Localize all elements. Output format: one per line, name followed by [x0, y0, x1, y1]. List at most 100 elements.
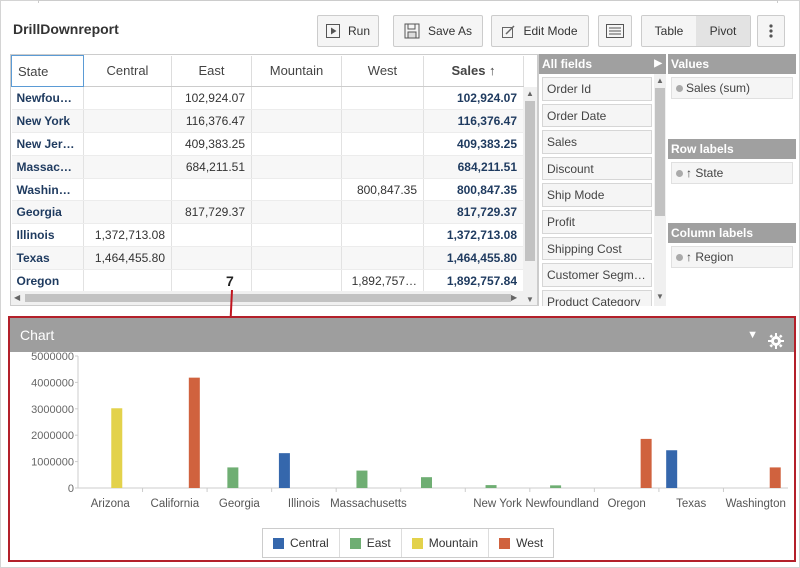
bar-west[interactable] — [769, 467, 781, 488]
save-as-button[interactable]: Save As — [393, 15, 483, 47]
value-cell[interactable] — [341, 200, 424, 225]
column-label-chip[interactable]: ↑ Region — [671, 246, 793, 268]
value-cell[interactable] — [251, 223, 342, 248]
column-header-central[interactable]: Central — [83, 55, 172, 87]
table-row[interactable]: Oregon 1,892,757… 1,892,757.84 — [11, 269, 524, 294]
value-cell[interactable] — [83, 109, 172, 133]
bar-east[interactable] — [356, 470, 368, 488]
layout-toggle-button[interactable] — [598, 15, 632, 47]
value-cell[interactable] — [251, 178, 342, 202]
table-row[interactable]: Washin… 800,847.35 800,847.35 — [11, 178, 524, 202]
value-cell[interactable] — [251, 155, 342, 179]
total-cell[interactable]: 1,464,455.80 — [423, 246, 524, 271]
total-cell[interactable]: 817,729.37 — [423, 200, 524, 225]
edit-mode-button[interactable]: Edit Mode — [491, 15, 589, 47]
column-header-sales[interactable]: Sales ↑ — [423, 55, 524, 87]
table-view-tab[interactable]: Table — [642, 16, 696, 46]
bar-mountain[interactable] — [111, 408, 123, 488]
value-cell[interactable] — [251, 246, 342, 271]
column-header-mountain[interactable]: Mountain — [251, 55, 342, 87]
bar-central[interactable] — [278, 453, 290, 488]
scroll-down-icon[interactable]: ▼ — [526, 295, 534, 304]
scroll-right-icon[interactable]: ▶ — [511, 293, 517, 302]
value-cell[interactable] — [251, 269, 342, 294]
row-header-cell[interactable]: Massac… — [11, 155, 84, 179]
value-cell[interactable] — [341, 246, 424, 271]
more-options-button[interactable] — [757, 15, 785, 47]
value-cell[interactable]: 102,924.07 — [171, 86, 252, 110]
field-item[interactable]: Sales — [542, 130, 652, 154]
value-cell[interactable] — [251, 86, 342, 110]
values-chip[interactable]: Sales (sum) — [671, 77, 793, 99]
grid-horizontal-scrollbar[interactable]: ◀ ▶ — [11, 291, 523, 305]
scroll-thumb[interactable] — [525, 101, 535, 261]
bar-east[interactable] — [485, 485, 497, 488]
row-header-cell[interactable]: New York — [11, 109, 84, 133]
row-header-cell[interactable]: Washin… — [11, 178, 84, 202]
value-cell[interactable] — [341, 223, 424, 248]
field-item[interactable]: Profit — [542, 209, 652, 234]
field-item[interactable]: Order Date — [542, 103, 652, 128]
table-row[interactable]: Georgia 817,729.37 817,729.37 — [11, 200, 524, 225]
bar-east[interactable] — [550, 485, 562, 488]
value-cell[interactable] — [83, 269, 172, 294]
row-header-cell[interactable]: Texas — [11, 246, 84, 271]
chevron-down-icon[interactable]: ▼ — [747, 318, 758, 352]
legend-item[interactable]: East — [340, 529, 402, 557]
scroll-left-icon[interactable]: ◀ — [14, 293, 20, 302]
row-header-cell[interactable]: Georgia — [11, 200, 84, 225]
table-row[interactable]: Newfou… 102,924.07 102,924.07 — [11, 86, 524, 110]
total-cell[interactable]: 1,892,757.84 — [423, 269, 524, 294]
value-cell[interactable] — [83, 155, 172, 179]
row-header-cell[interactable]: New Jer… — [11, 132, 84, 156]
column-header-east[interactable]: East — [171, 55, 252, 87]
row-header-cell[interactable]: Oregon — [11, 269, 84, 294]
total-cell[interactable]: 102,924.07 — [423, 86, 524, 110]
bar-central[interactable] — [666, 450, 678, 488]
total-cell[interactable]: 409,383.25 — [423, 132, 524, 156]
table-row[interactable]: Massac… 684,211.51 684,211.51 — [11, 155, 524, 179]
scroll-thumb[interactable] — [25, 294, 511, 302]
legend-item[interactable]: Mountain — [402, 529, 490, 557]
pivot-view-tab[interactable]: Pivot — [696, 16, 750, 46]
row-label-chip[interactable]: ↑ State — [671, 162, 793, 184]
legend-item[interactable]: West — [489, 529, 553, 557]
total-cell[interactable]: 116,376.47 — [423, 109, 524, 133]
value-cell[interactable] — [251, 132, 342, 156]
field-item[interactable]: Customer Segm… — [542, 263, 652, 287]
scroll-down-icon[interactable]: ▼ — [656, 292, 664, 301]
row-header-cell[interactable]: Newfou… — [11, 86, 84, 110]
value-cell[interactable]: 1,372,713.08 — [83, 223, 172, 248]
total-cell[interactable]: 1,372,713.08 — [423, 223, 524, 248]
value-cell[interactable] — [341, 86, 424, 110]
field-item[interactable]: Shipping Cost — [542, 236, 652, 261]
value-cell[interactable]: 800,847.35 — [341, 178, 424, 202]
value-cell[interactable] — [83, 132, 172, 156]
grid-vertical-scrollbar[interactable]: ▲ ▼ — [523, 87, 537, 305]
total-cell[interactable]: 800,847.35 — [423, 178, 524, 202]
legend-item[interactable]: Central — [263, 529, 340, 557]
table-row[interactable]: New York 116,376.47 116,376.47 — [11, 109, 524, 133]
column-header-state[interactable]: State — [11, 55, 84, 87]
bar-west[interactable] — [640, 438, 652, 488]
table-row[interactable]: Texas 1,464,455.80 1,464,455.80 — [11, 246, 524, 271]
value-cell[interactable]: 116,376.47 — [171, 109, 252, 133]
value-cell[interactable] — [341, 132, 424, 156]
value-cell[interactable] — [83, 86, 172, 110]
bar-east[interactable] — [227, 467, 239, 488]
value-cell[interactable]: 1,892,757… — [341, 269, 424, 294]
row-header-cell[interactable]: Illinois — [11, 223, 84, 248]
all-fields-header[interactable]: All fields ▶ — [539, 54, 666, 74]
value-cell[interactable] — [83, 200, 172, 225]
value-cell[interactable] — [341, 109, 424, 133]
value-cell[interactable] — [171, 178, 252, 202]
value-cell[interactable]: 409,383.25 — [171, 132, 252, 156]
table-row[interactable]: New Jer… 409,383.25 409,383.25 — [11, 132, 524, 156]
value-cell[interactable]: 684,211.51 — [171, 155, 252, 179]
column-header-west[interactable]: West — [341, 55, 424, 87]
value-cell[interactable] — [171, 246, 252, 271]
scroll-thumb[interactable] — [655, 88, 665, 216]
field-item[interactable]: Ship Mode — [542, 183, 652, 207]
value-cell[interactable] — [251, 109, 342, 133]
table-row[interactable]: Illinois 1,372,713.08 1,372,713.08 — [11, 223, 524, 248]
